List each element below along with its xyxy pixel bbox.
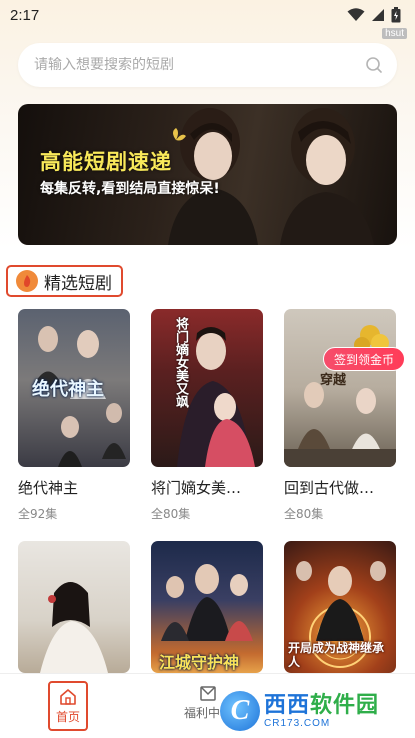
drama-card[interactable]: 绝代神主 绝代神主 全92集 bbox=[18, 309, 130, 522]
drama-title[interactable]: 将门嫡女美… bbox=[151, 477, 263, 498]
signal-icon bbox=[372, 9, 384, 21]
status-bar: 2:17 bbox=[0, 0, 415, 30]
drama-episodes: 全80集 bbox=[284, 507, 324, 521]
drama-card[interactable]: 江城守护神 bbox=[151, 541, 263, 673]
watermark-url: CR173.COM bbox=[264, 717, 331, 729]
drama-card[interactable] bbox=[18, 541, 130, 673]
status-icons bbox=[347, 7, 401, 23]
status-time: 2:17 bbox=[10, 6, 40, 24]
gift-icon bbox=[200, 686, 216, 701]
battery-icon bbox=[391, 7, 401, 23]
watermark-logo-icon: C bbox=[220, 691, 260, 731]
cover-text: 绝代神主 bbox=[32, 379, 104, 400]
cover-text: 江城守护神 bbox=[159, 653, 240, 672]
drama-cover[interactable]: 江城守护神 bbox=[151, 541, 263, 673]
drama-cover[interactable]: 开局成为战神继承人 bbox=[284, 541, 396, 673]
promo-banner[interactable]: 高能短剧速递 每集反转,看到结局直接惊呆! bbox=[18, 104, 397, 245]
drama-episodes: 全92集 bbox=[18, 507, 58, 521]
banner-title: 高能短剧速递 bbox=[40, 150, 172, 174]
cover-text: 开局成为战神继承人 bbox=[288, 641, 385, 669]
fire-icon bbox=[16, 270, 38, 292]
home-icon bbox=[60, 688, 76, 705]
search-bar[interactable] bbox=[18, 43, 397, 87]
cover-text: 穿越 bbox=[320, 373, 347, 388]
drama-cover[interactable]: 绝代神主 bbox=[18, 309, 130, 467]
drama-card[interactable]: 穿越 回到古代做… 全80集 bbox=[284, 309, 396, 522]
drama-card[interactable]: 开局成为战神继承人 bbox=[284, 541, 396, 673]
watermark-brand-a: 西西 bbox=[264, 692, 311, 718]
cover-text: 将门嫡女美又飒 bbox=[173, 317, 188, 408]
nav-home[interactable]: 首页 bbox=[48, 681, 88, 731]
section-header: 精选短剧 bbox=[6, 265, 123, 297]
site-watermark: C 西西软件园 CR173.COM bbox=[220, 690, 410, 732]
drama-title[interactable]: 绝代神主 bbox=[18, 477, 130, 498]
drama-title[interactable]: 回到古代做… bbox=[284, 477, 396, 498]
search-input[interactable] bbox=[34, 57, 365, 73]
drama-cover[interactable] bbox=[18, 541, 130, 673]
watermark-brand-b: 软件园 bbox=[310, 692, 380, 718]
drama-card[interactable]: 将门嫡女美又飒 将门嫡女美… 全80集 bbox=[151, 309, 263, 522]
drama-episodes: 全80集 bbox=[151, 507, 191, 521]
section-title: 精选短剧 bbox=[44, 273, 112, 294]
cover-artwork bbox=[284, 325, 396, 467]
wifi-icon bbox=[347, 8, 365, 21]
drama-cover[interactable]: 穿越 bbox=[284, 309, 396, 467]
banner-subtitle: 每集反转,看到结局直接惊呆! bbox=[40, 181, 220, 197]
cover-artwork bbox=[40, 582, 108, 673]
status-tag: hsut bbox=[382, 28, 407, 39]
search-icon[interactable] bbox=[365, 56, 383, 74]
signin-coins-badge[interactable]: 签到领金币 bbox=[323, 347, 406, 371]
nav-home-label: 首页 bbox=[55, 709, 80, 724]
drama-cover[interactable]: 将门嫡女美又飒 bbox=[151, 309, 263, 467]
